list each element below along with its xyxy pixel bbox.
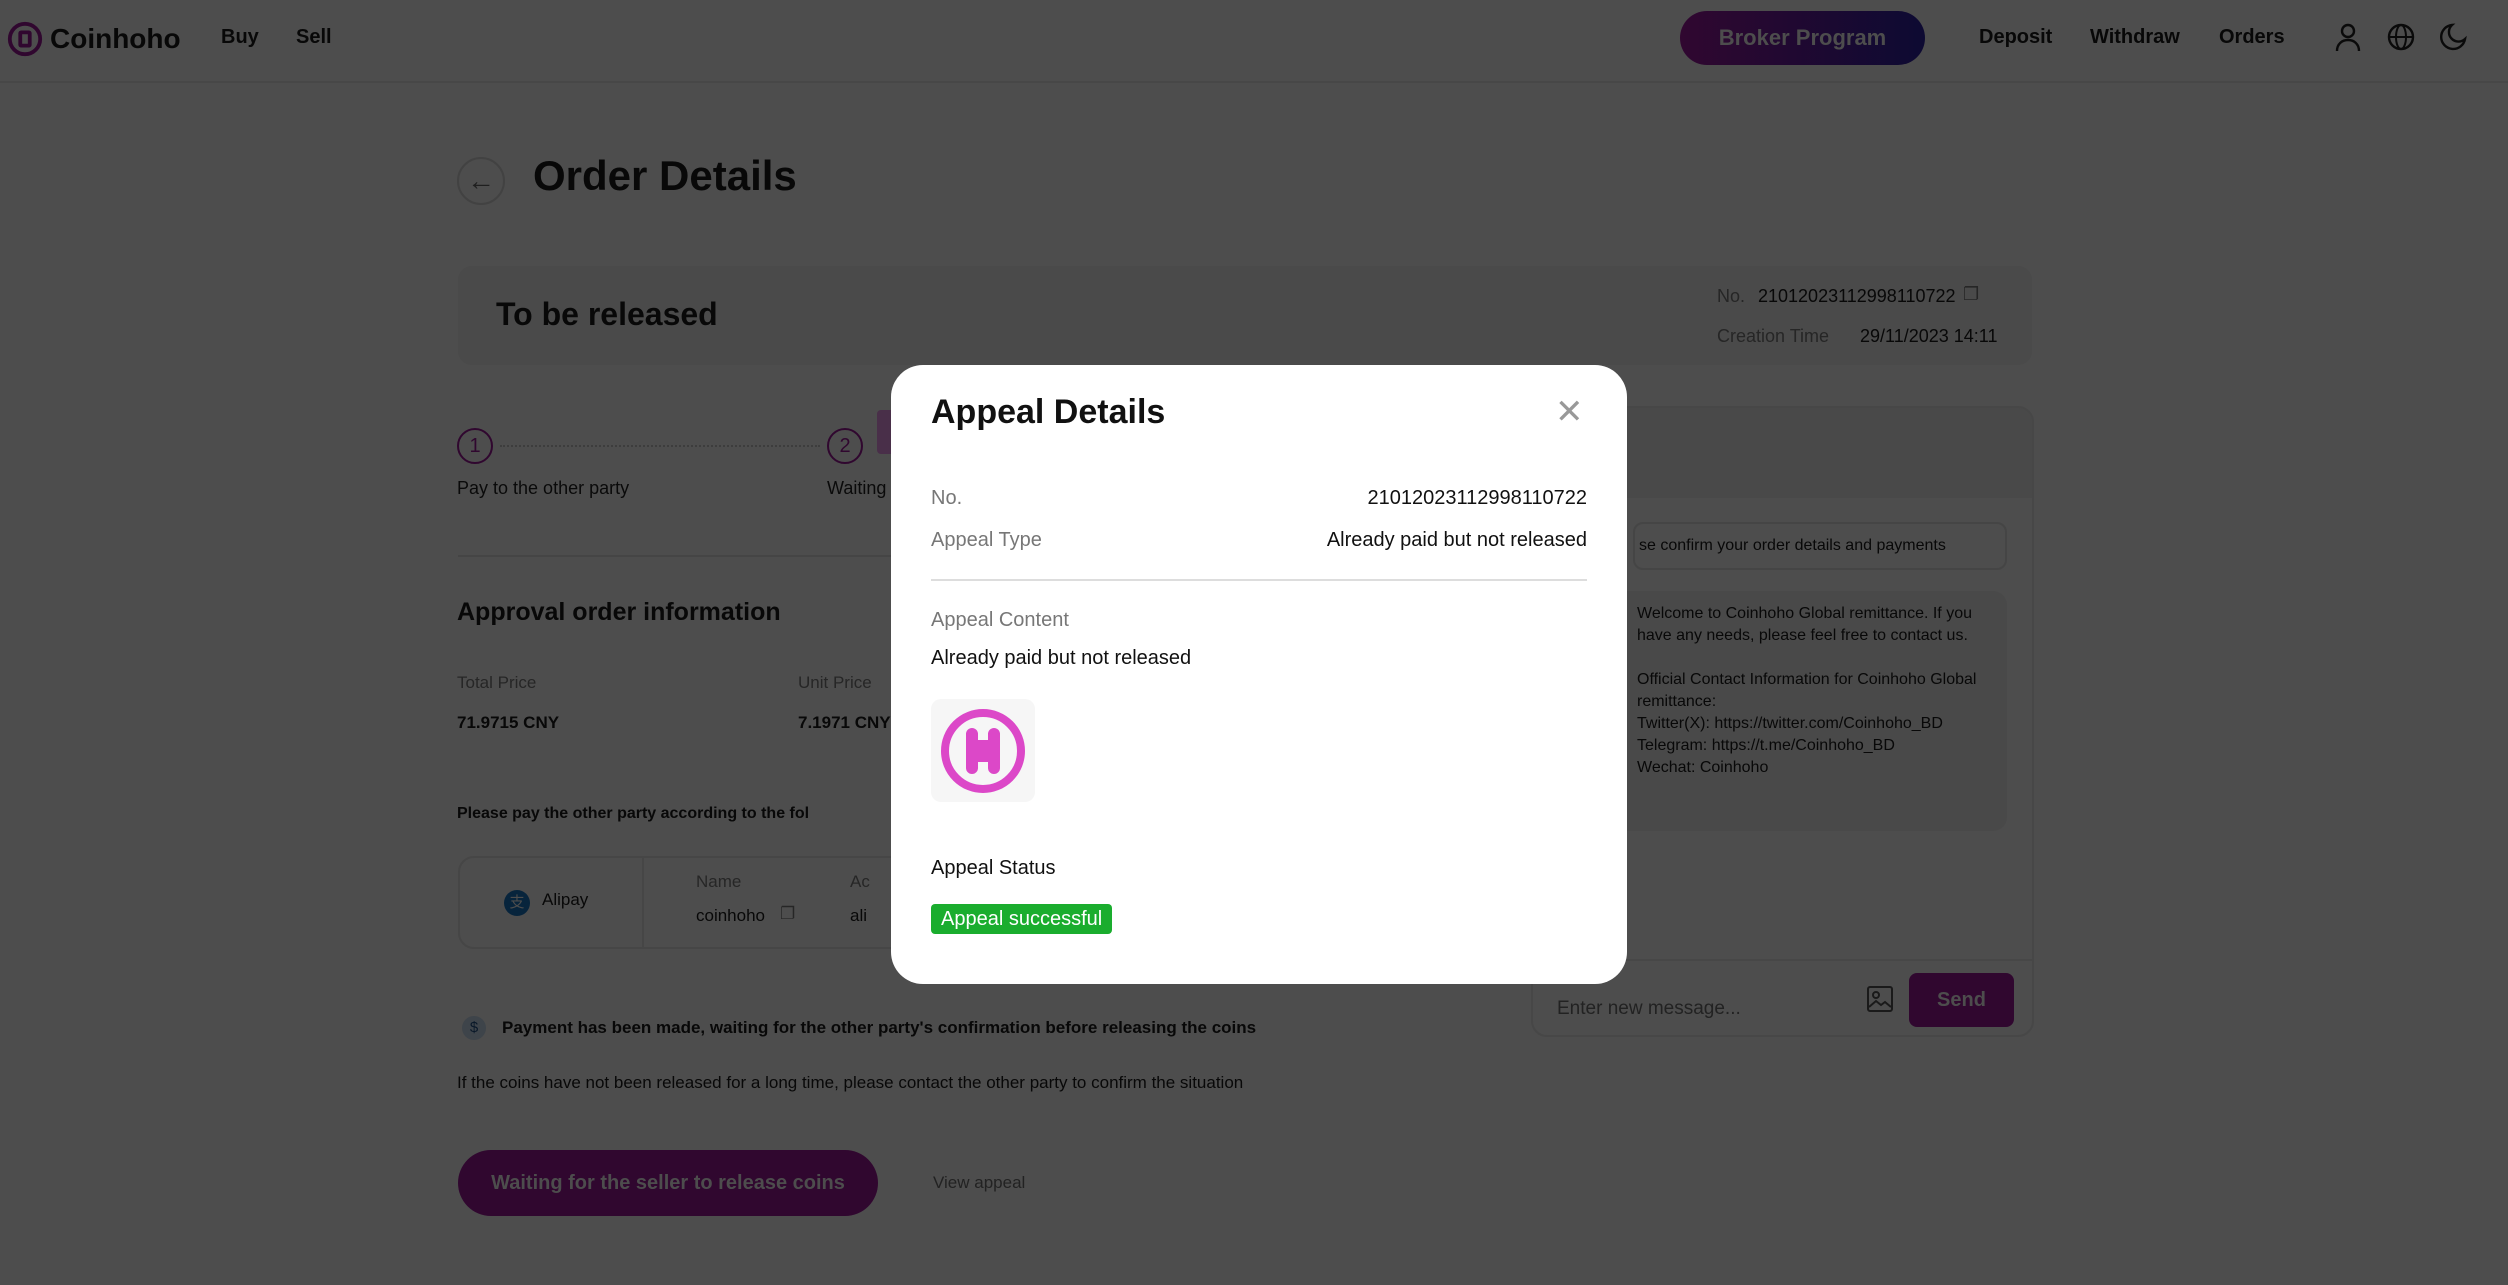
- payment-instruction: Please pay the other party according to …: [457, 805, 810, 822]
- coinhoho-logo-icon: [941, 708, 1025, 793]
- total-price-label: Total Price: [457, 673, 537, 692]
- globe-icon[interactable]: [2386, 22, 2416, 52]
- payee-name-label: Name: [696, 872, 742, 891]
- chat-welcome-message: Welcome to Coinhoho Global remittance. I…: [1593, 591, 2007, 831]
- unit-price-value: 7.1971 CNY: [798, 713, 891, 732]
- appeal-content-label: Appeal Content: [931, 609, 1069, 631]
- nav-buy[interactable]: Buy: [221, 26, 259, 49]
- unit-price-label: Unit Price: [798, 673, 872, 692]
- copy-icon[interactable]: ❐: [780, 904, 795, 924]
- close-icon[interactable]: ✕: [1555, 395, 1584, 429]
- payment-made-notice: Payment has been made, waiting for the o…: [502, 1018, 1257, 1037]
- chat-notice: se confirm your order details and paymen…: [1633, 522, 2007, 570]
- appeal-no-label: No.: [931, 487, 963, 509]
- arrow-left-icon: ←: [467, 165, 495, 196]
- appeal-type-row: Appeal Type Already paid but not release…: [931, 529, 1587, 552]
- view-appeal-link[interactable]: View appeal: [933, 1173, 1025, 1193]
- total-price-value: 71.9715 CNY: [457, 713, 560, 732]
- nav-deposit[interactable]: Deposit: [1979, 26, 2052, 49]
- appeal-no-value: 21012023112998110722: [1367, 487, 1588, 509]
- user-icon[interactable]: [2333, 22, 2363, 52]
- appeal-attachment-image[interactable]: [931, 699, 1035, 802]
- modal-title: Appeal Details: [931, 393, 1166, 431]
- step-1-indicator: 1: [457, 428, 493, 464]
- release-hint: If the coins have not been released for …: [457, 1073, 1244, 1092]
- step-badge: [877, 410, 891, 454]
- creation-time-label: Creation Time: [1717, 326, 1830, 346]
- appeal-status-badge: Appeal successful: [931, 904, 1113, 934]
- brand-name: Coinhoho: [50, 23, 181, 54]
- step-2-indicator: 2: [827, 428, 863, 464]
- step-2-label: Waiting: [827, 478, 887, 498]
- creation-time-value: 29/11/2023 14:11: [1860, 326, 1998, 346]
- brand-logo[interactable]: Coinhoho: [6, 20, 181, 58]
- appeal-type-label: Appeal Type: [931, 529, 1042, 551]
- alipay-icon: 支: [504, 890, 530, 916]
- payment-method-name: Alipay: [542, 890, 589, 909]
- order-status: To be released: [496, 296, 718, 332]
- nav-sell[interactable]: Sell: [296, 26, 332, 49]
- send-button[interactable]: Send: [1909, 973, 2014, 1027]
- coinhoho-logo-icon: [7, 21, 43, 57]
- page-title: Order Details: [533, 152, 797, 199]
- appeal-details-modal: Appeal Details ✕ No. 2101202311299811072…: [891, 365, 1627, 984]
- nav-withdraw[interactable]: Withdraw: [2090, 26, 2180, 49]
- step-1-label: Pay to the other party: [457, 478, 630, 498]
- image-upload-icon[interactable]: [1866, 985, 1894, 1013]
- appeal-no-row: No. 21012023112998110722: [931, 487, 1587, 510]
- account-value: ali: [850, 906, 868, 925]
- divider: [931, 579, 1587, 581]
- nav-orders[interactable]: Orders: [2219, 26, 2285, 49]
- appeal-type-value: Already paid but not released: [1326, 529, 1587, 551]
- appeal-status-label: Appeal Status: [931, 857, 1056, 879]
- copy-icon[interactable]: ❐: [1963, 284, 1979, 305]
- dark-mode-moon-icon[interactable]: [2438, 22, 2468, 52]
- step-connector: [500, 445, 820, 447]
- broker-program-button[interactable]: Broker Program: [1680, 11, 1925, 65]
- order-no-label: No.: [1717, 286, 1746, 306]
- appeal-content-value: Already paid but not released: [931, 647, 1192, 669]
- order-info-heading: Approval order information: [457, 598, 781, 626]
- back-button[interactable]: ←: [457, 157, 505, 205]
- order-status-card: To be released No. 21012023112998110722 …: [458, 266, 2032, 365]
- divider: [642, 858, 644, 947]
- account-label: Ac: [850, 872, 870, 891]
- message-input[interactable]: [1557, 991, 1857, 1027]
- waiting-release-button[interactable]: Waiting for the seller to release coins: [458, 1150, 878, 1216]
- top-navbar: Coinhoho Buy Sell Broker Program Deposit…: [0, 0, 2508, 83]
- divider: [458, 555, 891, 557]
- order-no-value: 21012023112998110722: [1758, 286, 1956, 306]
- payee-name-value: coinhoho: [696, 906, 766, 925]
- dollar-icon: $: [462, 1016, 486, 1040]
